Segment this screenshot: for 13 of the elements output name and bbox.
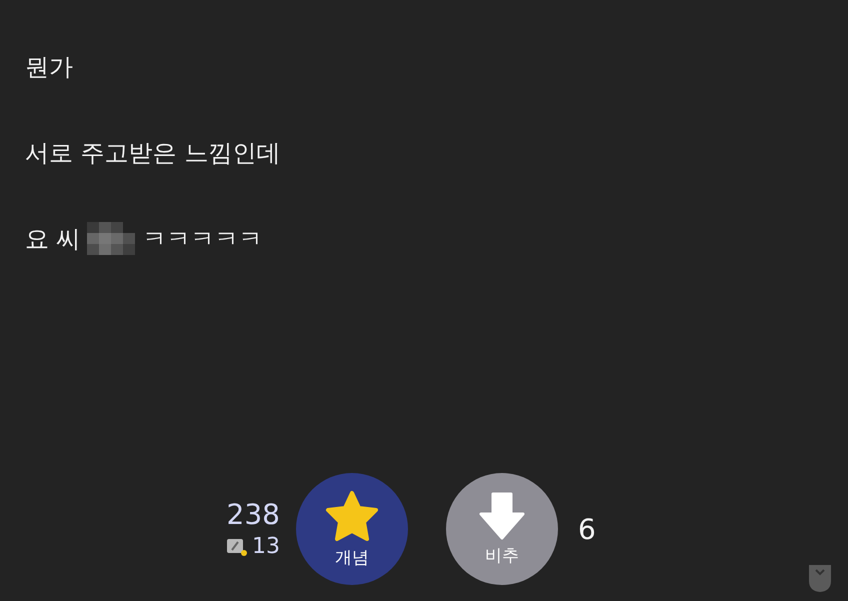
post-text: 뭔가 xyxy=(25,52,73,83)
fixed-upvote-count: 13 xyxy=(252,533,280,561)
shield-icon xyxy=(808,563,832,593)
badge-icon xyxy=(227,538,248,556)
post-text: 서로 주고받은 느낌인데 xyxy=(25,138,280,169)
star-icon xyxy=(324,490,380,542)
upvote-button[interactable]: 개념 xyxy=(296,473,408,585)
down-arrow-icon xyxy=(479,492,525,540)
upvote-count: 238 xyxy=(226,497,280,533)
censor-mosaic xyxy=(86,222,137,256)
post-text: ㅋㅋㅋㅋㅋ xyxy=(142,224,263,255)
downvote-count: 6 xyxy=(578,512,596,546)
post-text: 요 씨 xyxy=(25,224,81,255)
